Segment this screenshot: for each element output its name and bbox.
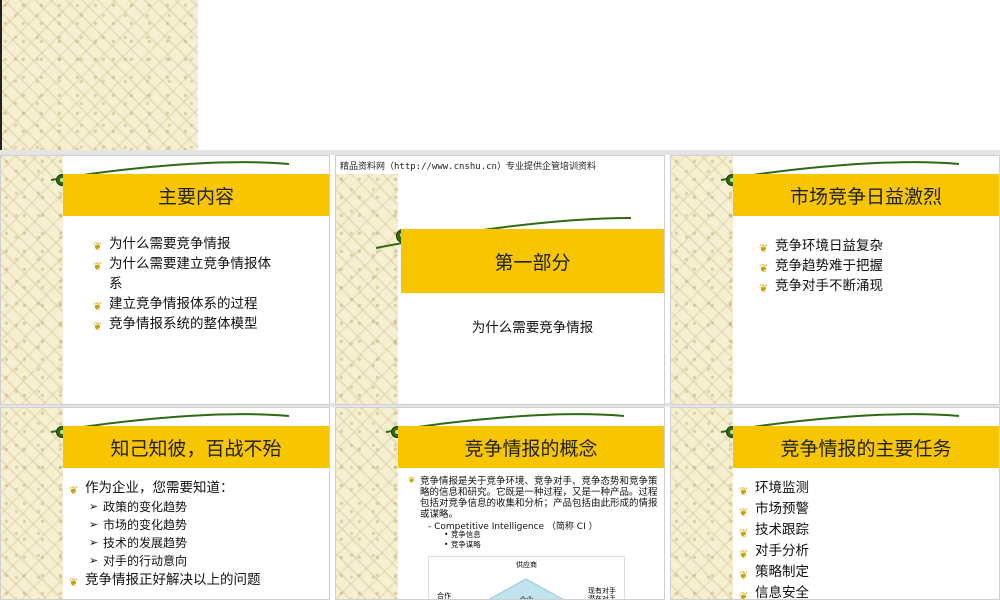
list-item: ❦ 环境监测 (739, 478, 939, 499)
bullet-icon: ❦ (93, 320, 103, 333)
bullet-list: ❦ 环境监测 ❦ 市场预警 ❦ 技术跟踪 ❦ 对手分析 ❦ 策略制定 ❦ 信息安全 (739, 478, 939, 600)
sub-list-item: ➢ 政策的变化趋势 (89, 500, 188, 514)
diagram-label-top: 供应商 (516, 561, 537, 569)
slide-header-text: 精品资料网（http://www.cnshu.cn）专业提供企管培训资料 (340, 162, 596, 172)
list-item: ❦ 信息安全 (739, 583, 939, 600)
slide-title: 竞争情报的概念 (398, 426, 664, 468)
sub-list-item: ➢ 技术的发展趋势 (89, 536, 188, 550)
tile-edge (0, 0, 2, 150)
arrow-bullet-icon: ➢ (89, 536, 99, 549)
concept-paragraph: ❦ 竞争情报是关于竞争环境、竞争对手、竞争态势和竞争策略的信息和研究。它既是一种… (408, 476, 658, 520)
bullet-list: ❦ 竞争环境日益复杂 ❦ 竞争趋势难于把握 ❦ 竞争对手不断涌现 (759, 236, 959, 296)
diagram-label-right: 现有对手 潜在对手 (588, 587, 616, 600)
bullet-list: ❦ 为什么需要竞争情报 ❦ 为什么需要建立竞争情报体系 ❦ 建立竞争情报体系的过程 ❦… (93, 234, 278, 334)
slide-title: 第一部分 (401, 229, 664, 293)
arrow-bullet-icon: ➢ (89, 518, 99, 531)
sub-list-item: • 竞争信息 (444, 530, 481, 539)
slide-thumbnail-5[interactable]: 竞争情报的概念 ❦ 竞争情报是关于竞争环境、竞争对手、竞争态势和竞争策略的信息和… (335, 407, 665, 600)
list-item: ❦ 竞争情报系统的整体模型 (93, 314, 278, 334)
sub-list: ➢ 政策的变化趋势 ➢ 市场的变化趋势 ➢ 技术的发展趋势 ➢ 对手的行动意向 (85, 498, 324, 570)
list-item: ❦ 建立竞争情报体系的过程 (93, 294, 278, 314)
slide-title: 竞争情报的主要任务 (733, 426, 999, 468)
bullet-list: ❦ 作为企业，您需要知道： ➢ 政策的变化趋势 ➢ 市场的变化趋势 ➢ 技术的发展趋势 … (69, 478, 324, 590)
list-item: ❦ 策略制定 (739, 562, 939, 583)
bullet-icon: ❦ (69, 484, 79, 497)
slide-thumbnail-3[interactable]: 市场竞争日益激烈 ❦ 竞争环境日益复杂 ❦ 竞争趋势难于把握 ❦ 竞争对手不断涌现 (670, 155, 1000, 405)
list-item: ❦ 竞争趋势难于把握 (759, 256, 959, 276)
slide-thumbnail-6[interactable]: 竞争情报的主要任务 ❦ 环境监测 ❦ 市场预警 ❦ 技术跟踪 ❦ 对手分析 ❦ 策略制定 … (670, 407, 1000, 600)
bullet-icon: ❦ (408, 476, 416, 486)
sub-list-item: • 竞争谋略 (444, 540, 481, 549)
slide-title: 知己知彼，百战不殆 (63, 426, 329, 468)
list-item: ❦ 市场预警 (739, 499, 939, 520)
slide-title: 市场竞争日益激烈 (733, 174, 999, 216)
bullet-icon: ❦ (93, 260, 103, 273)
arrow-bullet-icon: ➢ (89, 500, 99, 513)
arrow-bullet-icon: ➢ (89, 554, 99, 567)
ci-sub-list: • 竞争信息 • 竞争谋略 (444, 530, 481, 550)
sub-list-item: ➢ 对手的行动意向 (89, 554, 188, 568)
bullet-icon: ❦ (739, 590, 749, 600)
list-item: ❦ 竞争环境日益复杂 (759, 236, 959, 256)
slide-thumbnail-2[interactable]: 精品资料网（http://www.cnshu.cn）专业提供企管培训资料 第一部… (335, 155, 665, 405)
competition-diagram: 供应商 合作 企业 现有对手 潜在对手 (428, 556, 625, 600)
list-item: ❦ 技术跟踪 (739, 520, 939, 541)
list-item: ❦ 作为企业，您需要知道： ➢ 政策的变化趋势 ➢ 市场的变化趋势 ➢ 技术的发展趋势 … (69, 478, 324, 570)
list-item: ❦ 竞争对手不断涌现 (759, 276, 959, 296)
list-item: ❦ 为什么需要竞争情报 (93, 234, 278, 254)
slide-thumbnail-4[interactable]: 知己知彼，百战不殆 ❦ 作为企业，您需要知道： ➢ 政策的变化趋势 ➢ 市场的变化趋势… (0, 407, 330, 600)
slide-subtitle: 为什么需要竞争情报 (471, 320, 594, 336)
list-item: ❦ 竞争情报正好解决以上的问题 (69, 570, 324, 590)
background-pattern-tile (0, 0, 198, 150)
sub-list-item: ➢ 市场的变化趋势 (89, 518, 188, 532)
list-item: ❦ 为什么需要建立竞争情报体系 (93, 256, 271, 292)
bullet-icon: ❦ (759, 282, 769, 295)
list-item: ❦ 对手分析 (739, 541, 939, 562)
bullet-icon: ❦ (69, 576, 79, 589)
slide-thumbnail-1[interactable]: 主要内容 ❦ 为什么需要竞争情报 ❦ 为什么需要建立竞争情报体系 ❦ 建立竞争情报体系… (0, 155, 330, 405)
slide-title: 主要内容 (63, 174, 329, 216)
